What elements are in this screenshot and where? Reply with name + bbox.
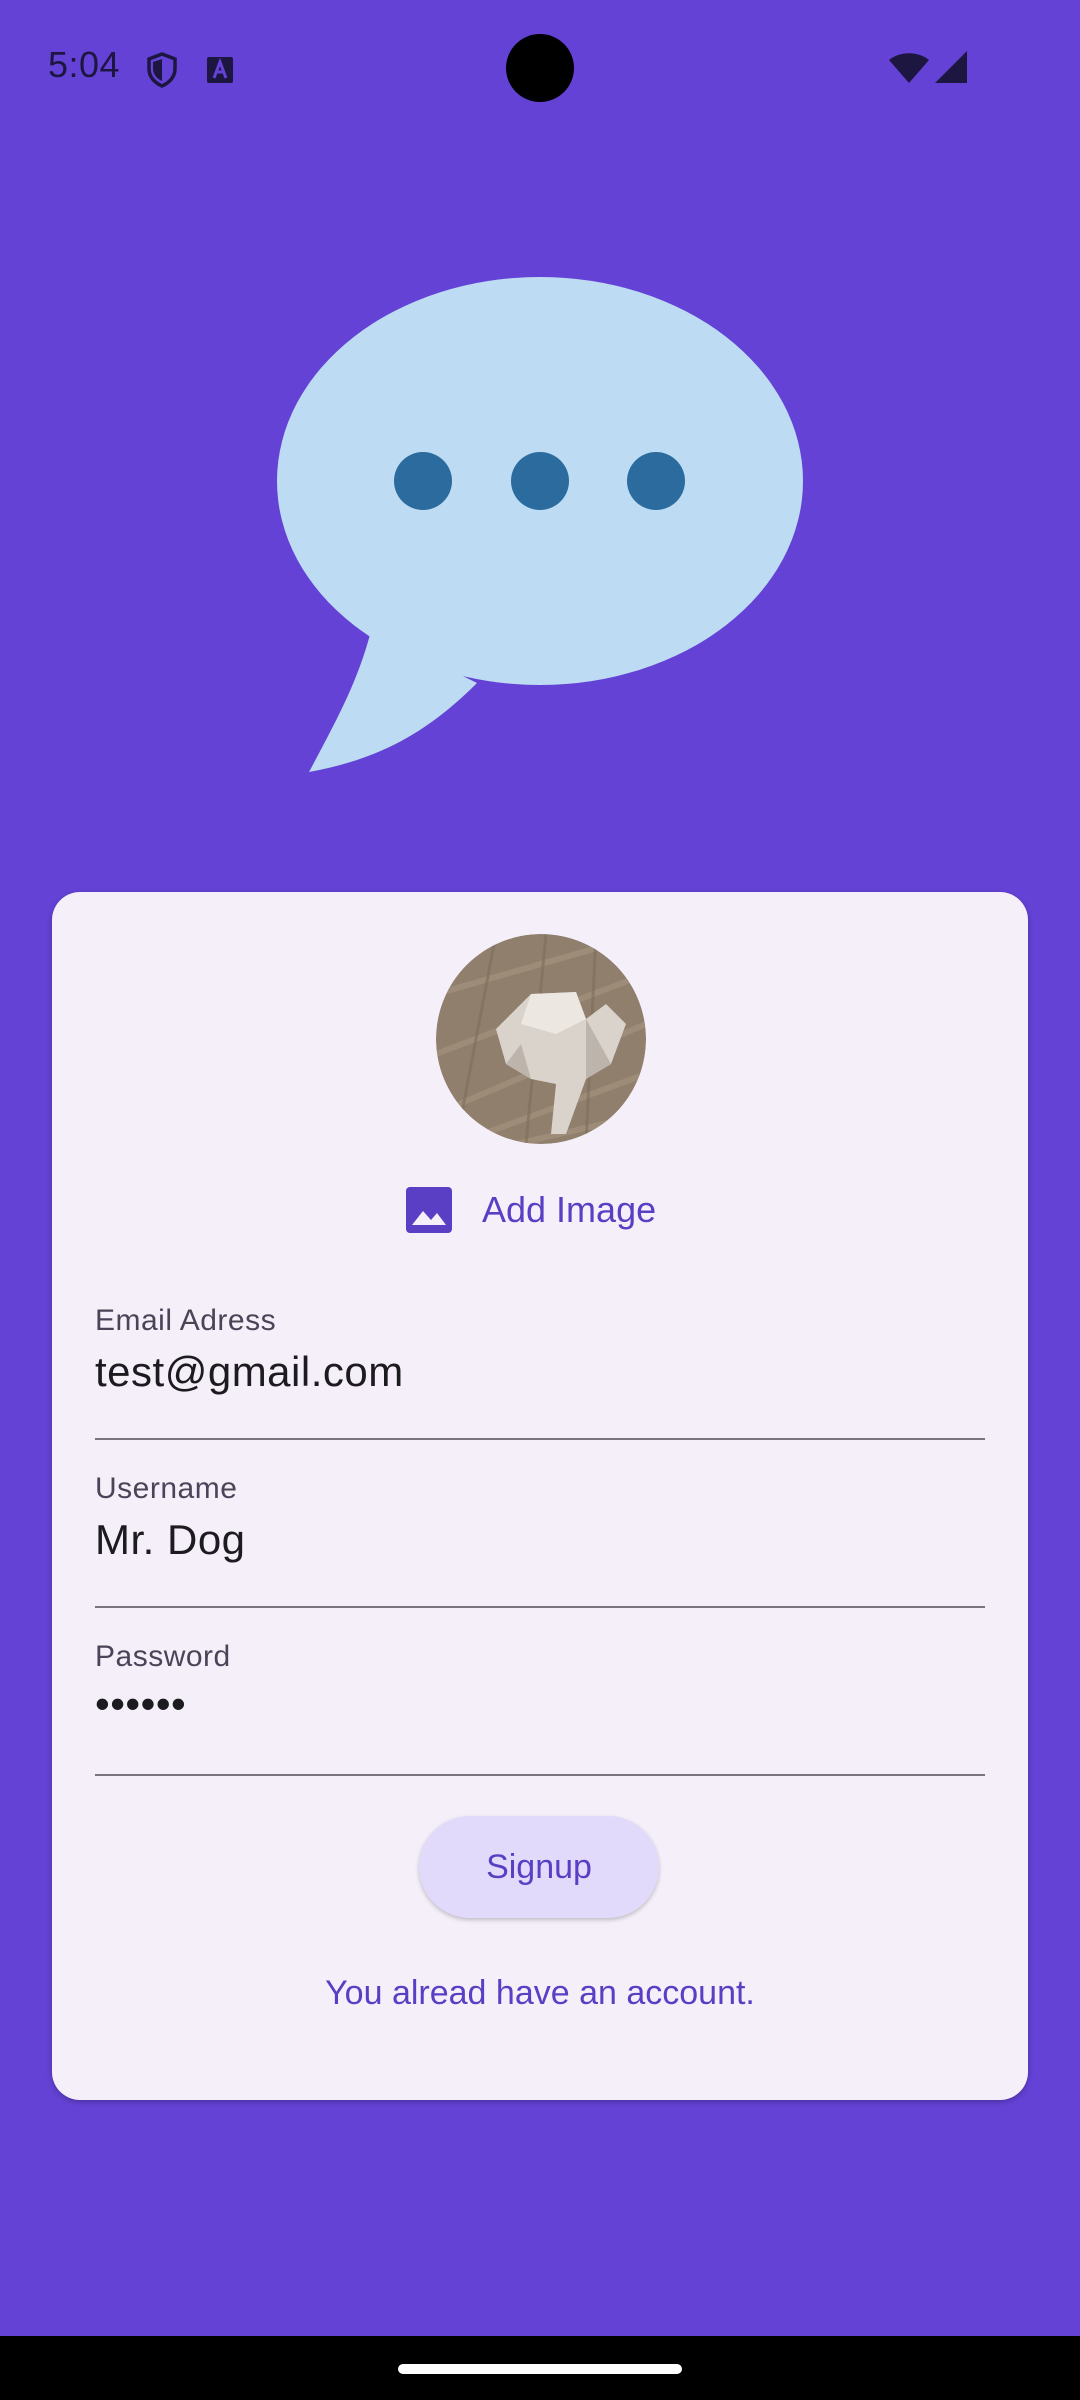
avatar-image[interactable] (436, 934, 646, 1144)
password-field-label: Password (95, 1640, 231, 1673)
signup-button[interactable]: Signup (419, 1816, 659, 1918)
login-link[interactable]: You alread have an account. (52, 1974, 1028, 2013)
wifi-icon (889, 53, 929, 83)
image-icon (406, 1187, 452, 1233)
chat-bubble-icon (277, 277, 803, 772)
password-field-underline (95, 1774, 985, 1776)
status-bar: 5:04 (0, 0, 1080, 140)
add-image-label: Add Image (482, 1189, 657, 1230)
camera-cutout (506, 34, 574, 102)
add-image-button[interactable]: Add Image (404, 1180, 656, 1240)
navigation-bar (0, 2336, 1080, 2400)
email-field-underline (95, 1438, 985, 1440)
cellular-icon (935, 51, 967, 83)
password-field[interactable]: Password •••••• (95, 1640, 985, 1776)
username-field[interactable]: Username Mr. Dog (95, 1472, 985, 1608)
home-gesture-handle[interactable] (398, 2364, 682, 2374)
email-field-label: Email Adress (95, 1304, 277, 1337)
username-field-label: Username (95, 1472, 238, 1505)
username-field-underline (95, 1606, 985, 1608)
username-field-value: Mr. Dog (95, 1516, 246, 1563)
shield-icon (147, 52, 177, 88)
email-field-value: test@gmail.com (95, 1348, 404, 1395)
email-field[interactable]: Email Adress test@gmail.com (95, 1304, 985, 1440)
signup-card: Add Image Email Adress test@gmail.com Us… (52, 892, 1028, 2100)
dog-photo (436, 934, 646, 1144)
status-time: 5:04 (48, 44, 121, 85)
text-a-icon (207, 57, 233, 83)
password-field-value: •••••• (95, 1680, 187, 1727)
